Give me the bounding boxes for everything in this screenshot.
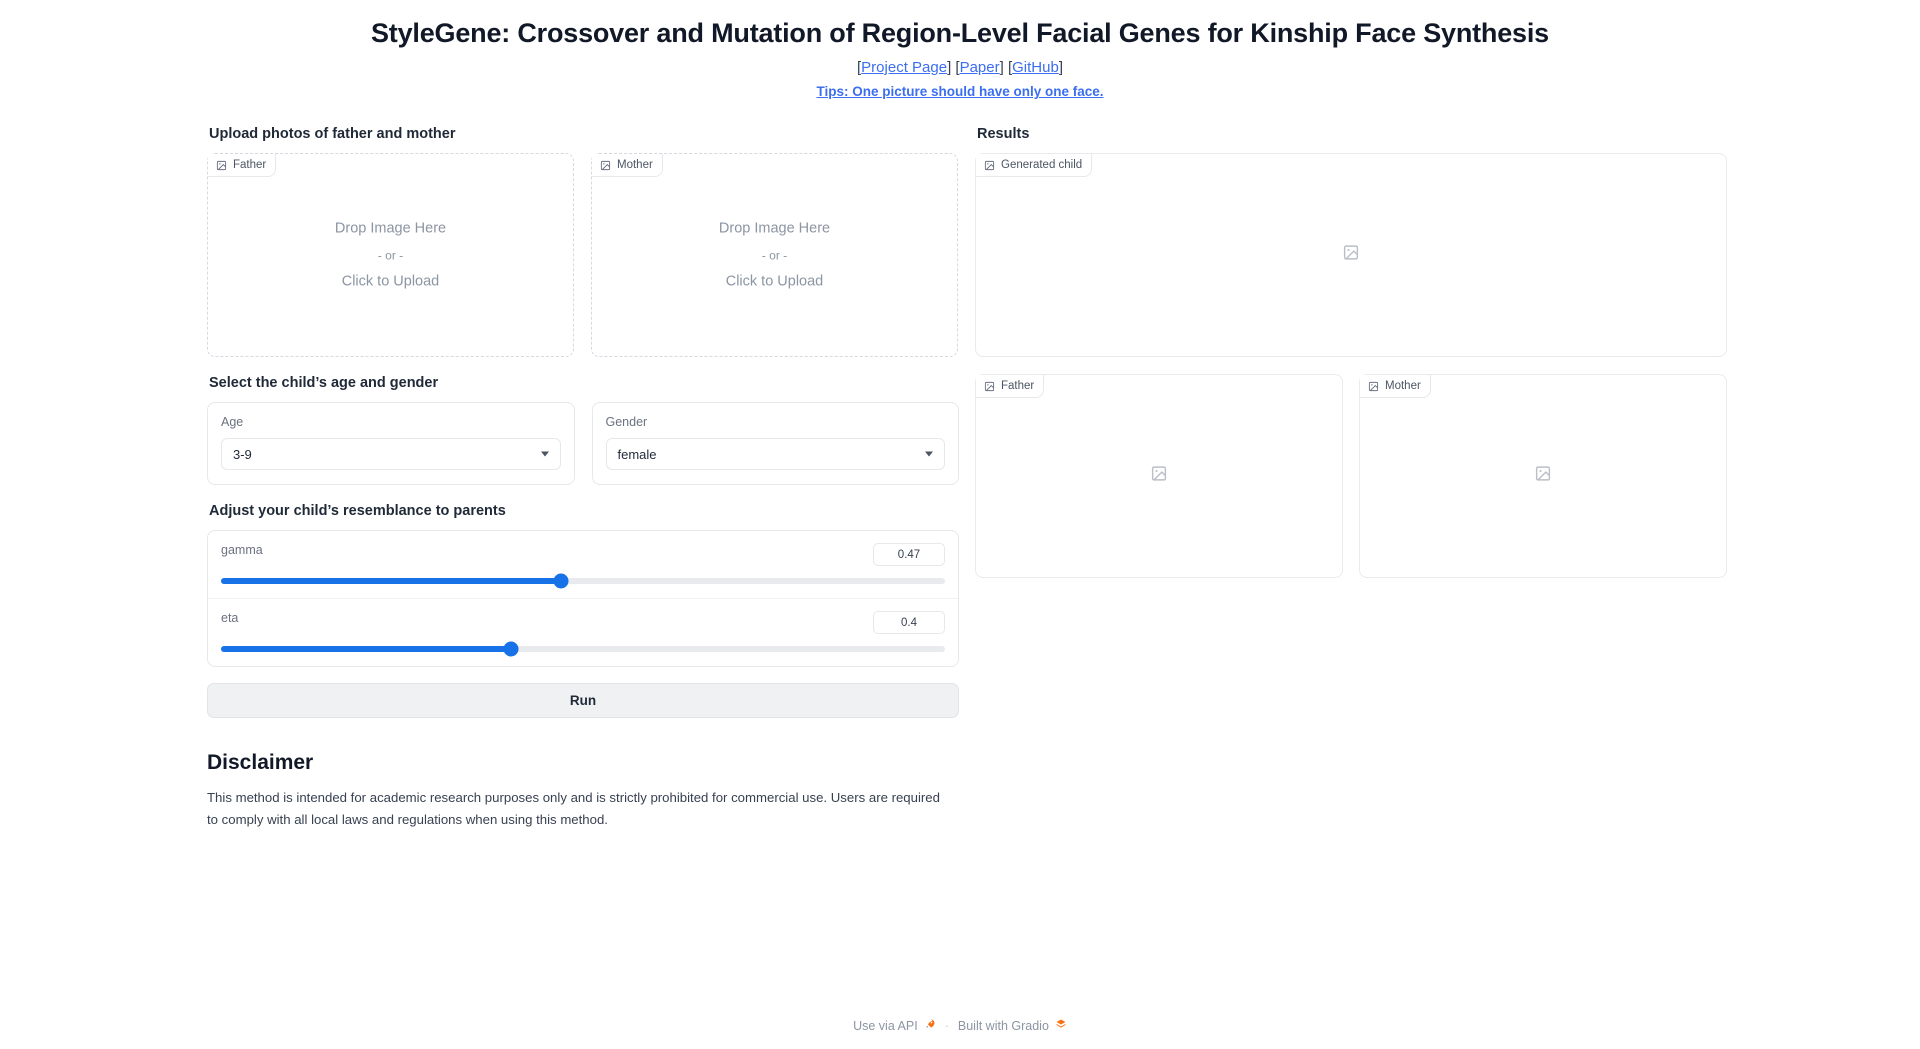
- link-paper[interactable]: Paper: [960, 59, 1000, 76]
- eta-slider-header: eta 0.4: [221, 611, 945, 634]
- eta-slider-block: eta 0.4: [208, 598, 958, 666]
- gender-label: Gender: [605, 415, 648, 429]
- mother-drop-line-1: Drop Image Here: [718, 220, 831, 237]
- generated-child-tab-label: Generated child: [1001, 159, 1083, 171]
- eta-slider-knob[interactable]: [503, 641, 519, 657]
- age-label: Age: [221, 415, 244, 429]
- run-button[interactable]: Run: [207, 683, 959, 718]
- upload-row: Father Drop Image Here - or - Click to U…: [207, 153, 959, 357]
- gamma-number-input[interactable]: 0.47: [873, 543, 945, 566]
- gender-select[interactable]: female: [605, 438, 945, 470]
- app-root: StyleGene: Crossover and Mutation of Reg…: [0, 0, 1920, 1049]
- image-icon: [984, 160, 995, 171]
- result-father-tab: Father: [976, 375, 1045, 398]
- footer-separator: ·: [944, 1018, 949, 1033]
- image-icon: [984, 381, 995, 392]
- father-drop-text: Drop Image Here - or - Click to Upload: [208, 220, 573, 289]
- gender-field-card: Gender female: [591, 402, 959, 485]
- gamma-slider-fill: [221, 578, 562, 584]
- mother-click-to-upload[interactable]: Click to Upload: [592, 274, 957, 289]
- gamma-slider-track[interactable]: [221, 573, 945, 589]
- mother-drop-text: Drop Image Here - or - Click to Upload: [592, 220, 957, 289]
- parent-results-row: Father Mother: [975, 374, 1727, 578]
- father-drop-line-1: Drop Image Here: [334, 220, 447, 237]
- result-mother-tab: Mother: [1360, 375, 1431, 398]
- page-header: StyleGene: Crossover and Mutation of Reg…: [0, 0, 1920, 99]
- age-gender-section-label: Select the child’s age and gender: [209, 375, 439, 391]
- gamma-slider-block: gamma 0.47: [208, 531, 958, 598]
- eta-slider-fill: [221, 646, 511, 652]
- father-click-to-upload[interactable]: Click to Upload: [208, 274, 573, 289]
- tips-row: Tips: One picture should have only one f…: [0, 84, 1920, 99]
- eta-slider-label: eta: [221, 611, 239, 625]
- result-mother-tab-label: Mother: [1385, 380, 1421, 392]
- eta-number-input[interactable]: 0.4: [873, 611, 945, 634]
- father-drop-line-2: - or -: [377, 248, 404, 262]
- image-placeholder-icon: [1343, 244, 1360, 266]
- image-placeholder-icon: [1535, 465, 1552, 487]
- image-icon: [600, 160, 611, 171]
- gamma-slider-knob[interactable]: [553, 573, 569, 589]
- gamma-slider-header: gamma 0.47: [221, 543, 945, 566]
- age-field-card: Age 3-9: [207, 402, 575, 485]
- age-gender-row: Age 3-9 Gender female: [207, 402, 959, 485]
- gamma-slider-label: gamma: [221, 543, 263, 557]
- right-column: Results Generated child Father Mother: [975, 126, 1727, 832]
- results-section-label: Results: [977, 126, 1030, 142]
- bracket-close-2: ]: [999, 59, 1004, 76]
- sliders-card: gamma 0.47 eta 0.4: [207, 530, 959, 667]
- bracket-close-3: ]: [1058, 59, 1063, 76]
- bracket-close-1: ]: [947, 59, 952, 76]
- image-placeholder-icon: [1151, 465, 1168, 487]
- chevron-down-icon[interactable]: [540, 451, 549, 457]
- use-via-api-label: Use via API: [853, 1018, 918, 1033]
- generated-child-box[interactable]: Generated child: [975, 153, 1727, 357]
- upload-section-label: Upload photos of father and mother: [209, 126, 456, 142]
- main-columns: Upload photos of father and mother Fathe…: [0, 126, 1920, 832]
- header-links: [Project Page] [Paper] [GitHub]: [0, 59, 1920, 76]
- gradio-logo-icon: [1055, 1018, 1067, 1033]
- result-mother-box[interactable]: Mother: [1359, 374, 1727, 578]
- disclaimer-body: This method is intended for academic res…: [207, 790, 940, 828]
- father-upload-tab: Father: [208, 154, 277, 177]
- built-with-gradio-link[interactable]: Built with Gradio: [958, 1018, 1067, 1033]
- tips-link[interactable]: Tips: One picture should have only one f…: [816, 84, 1103, 99]
- generated-child-tab: Generated child: [976, 154, 1093, 177]
- age-select[interactable]: 3-9: [221, 438, 561, 470]
- eta-slider-track[interactable]: [221, 641, 945, 657]
- result-father-tab-label: Father: [1001, 380, 1035, 392]
- left-column: Upload photos of father and mother Fathe…: [207, 126, 959, 832]
- disclaimer-title: Disclaimer: [207, 751, 314, 774]
- father-upload-tab-label: Father: [233, 159, 267, 171]
- use-via-api-button[interactable]: Use via API: [853, 1018, 936, 1033]
- father-upload-box[interactable]: Father Drop Image Here - or - Click to U…: [207, 153, 574, 357]
- image-icon: [216, 160, 227, 171]
- rocket-icon: [924, 1018, 936, 1033]
- page-footer: Use via API · Built with Gradio: [0, 1018, 1920, 1033]
- link-project-page[interactable]: Project Page: [861, 59, 947, 76]
- mother-upload-tab: Mother: [592, 154, 663, 177]
- built-with-gradio-label: Built with Gradio: [957, 1018, 1049, 1033]
- mother-upload-tab-label: Mother: [617, 159, 653, 171]
- mother-drop-line-2: - or -: [761, 248, 788, 262]
- resemblance-section-label: Adjust your child’s resemblance to paren…: [209, 503, 506, 519]
- gender-value: female: [617, 446, 657, 462]
- chevron-down-icon[interactable]: [925, 451, 933, 457]
- link-github[interactable]: GitHub: [1012, 59, 1059, 76]
- image-icon: [1368, 381, 1379, 392]
- result-father-box[interactable]: Father: [975, 374, 1343, 578]
- page-title: StyleGene: Crossover and Mutation of Reg…: [371, 18, 1549, 48]
- mother-upload-box[interactable]: Mother Drop Image Here - or - Click to U…: [591, 153, 958, 357]
- age-value: 3-9: [233, 446, 252, 462]
